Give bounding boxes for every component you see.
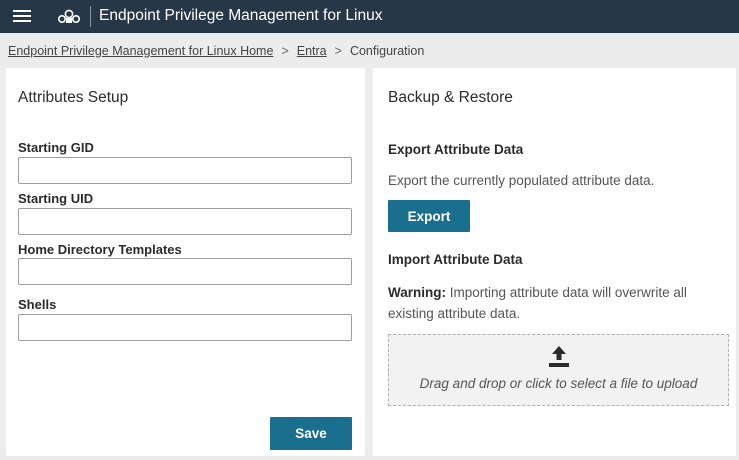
breadcrumb: Endpoint Privilege Management for Linux … — [8, 44, 424, 58]
save-button[interactable]: Save — [270, 417, 352, 450]
beyondtrust-logo-icon — [57, 9, 81, 24]
file-upload-dropzone[interactable]: Drag and drop or click to select a file … — [388, 334, 729, 406]
top-navigation-bar: Endpoint Privilege Management for Linux — [0, 0, 739, 33]
export-button[interactable]: Export — [388, 200, 470, 232]
export-heading: Export Attribute Data — [388, 142, 524, 157]
hamburger-menu-icon[interactable] — [13, 8, 33, 24]
import-heading: Import Attribute Data — [388, 252, 523, 267]
upload-icon — [549, 346, 569, 367]
panel-title: Attributes Setup — [18, 89, 129, 106]
breadcrumb-link-home[interactable]: Endpoint Privilege Management for Linux … — [8, 44, 273, 58]
breadcrumb-separator: > — [334, 44, 342, 58]
starting-uid-input[interactable] — [18, 208, 352, 235]
app-title: Endpoint Privilege Management for Linux — [99, 7, 383, 24]
breadcrumb-current: Configuration — [349, 44, 425, 58]
backup-restore-panel: Backup & Restore Export Attribute Data E… — [373, 68, 736, 456]
header-divider — [90, 6, 91, 27]
starting-uid-label: Starting UID — [18, 191, 94, 206]
export-description: Export the currently populated attribute… — [388, 173, 655, 188]
warning-label: Warning: — [388, 285, 446, 300]
shells-input[interactable] — [18, 314, 352, 341]
starting-gid-label: Starting GID — [18, 140, 94, 155]
home-directory-templates-label: Home Directory Templates — [18, 242, 182, 257]
attributes-setup-panel: Attributes Setup Starting GID Starting U… — [6, 68, 365, 456]
home-directory-templates-input[interactable] — [18, 258, 352, 285]
breadcrumb-link-entra[interactable]: Entra — [297, 44, 327, 58]
breadcrumb-separator: > — [281, 44, 289, 58]
dropzone-text: Drag and drop or click to select a file … — [419, 376, 698, 391]
panel-title: Backup & Restore — [388, 89, 513, 106]
import-warning: Warning: Importing attribute data will o… — [388, 282, 708, 324]
shells-label: Shells — [18, 297, 57, 312]
starting-gid-input[interactable] — [18, 157, 352, 184]
